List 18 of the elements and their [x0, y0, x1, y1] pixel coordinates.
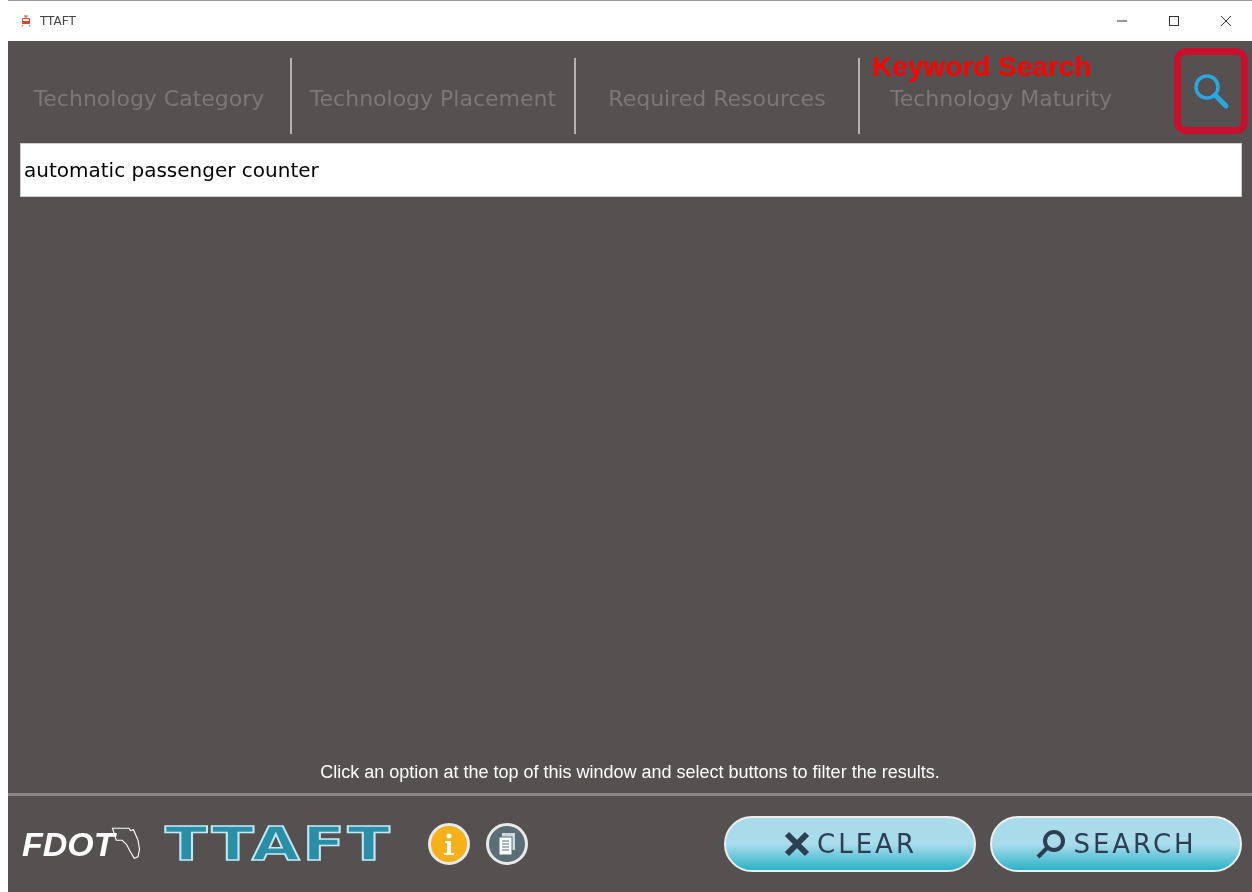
search-tab[interactable] [1174, 48, 1248, 134]
maximize-icon [1169, 16, 1179, 26]
search-icon [1192, 72, 1230, 110]
app-logo: TTAFT [164, 817, 393, 871]
agency-logo: FDOT [22, 824, 141, 864]
window-title: TTAFT [40, 14, 76, 28]
tram-icon [20, 15, 32, 27]
search-button[interactable]: SEARCH [990, 816, 1242, 872]
clear-button[interactable]: CLEAR [724, 816, 976, 872]
document-button[interactable] [486, 823, 529, 865]
search-icon [1035, 828, 1068, 860]
info-button[interactable] [428, 823, 471, 865]
annotation-label: Keyword Search [872, 53, 1092, 81]
hint-text: Click an option at the top of this window and select buttons to filter the results. [319, 762, 941, 784]
close-icon [1221, 16, 1231, 26]
document-icon [497, 832, 518, 856]
close-icon [783, 830, 812, 858]
search-field[interactable]: automatic passenger counter [20, 143, 1242, 197]
